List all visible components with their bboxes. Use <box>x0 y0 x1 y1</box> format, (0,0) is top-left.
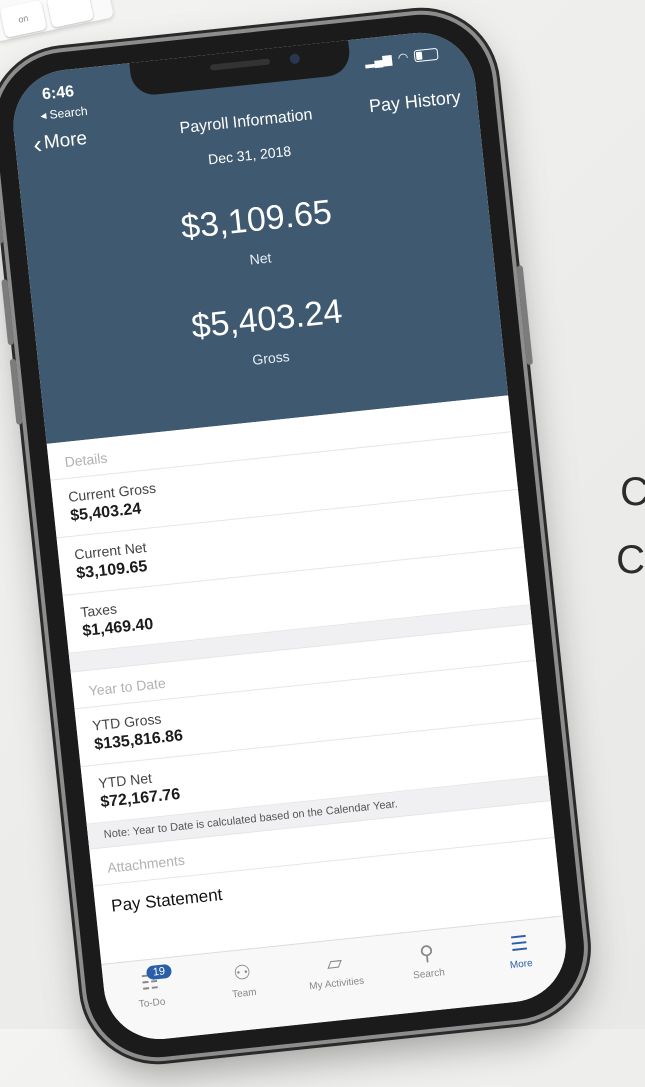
phone-frame: 6:46 ◂ Search ▂▄▆ ◠ ‹ More Payroll Infor… <box>0 7 592 1065</box>
tab-search[interactable]: ⚲ Search <box>378 926 479 1015</box>
tab-my-activities[interactable]: ▱ My Activities <box>286 936 387 1025</box>
volume-up-button <box>1 279 15 346</box>
tab-todo[interactable]: ☷ 19 To-Do <box>101 955 202 1044</box>
payroll-details[interactable]: Details Current Gross $5,403.24 Current … <box>46 395 563 965</box>
payroll-header: 6:46 ◂ Search ▂▄▆ ◠ ‹ More Payroll Infor… <box>7 27 509 444</box>
tab-team[interactable]: ⚇ Team <box>194 946 295 1035</box>
status-icons: ▂▄▆ ◠ <box>364 47 439 69</box>
status-back-to-app[interactable]: ◂ Search <box>40 104 89 123</box>
signal-icon: ▂▄▆ <box>364 51 393 69</box>
status-time: 6:46 <box>41 83 75 104</box>
speaker <box>209 58 271 71</box>
mute-switch <box>0 209 4 244</box>
camera <box>289 53 301 65</box>
phone-mockup: 6:46 ◂ Search ▂▄▆ ◠ ‹ More Payroll Infor… <box>0 0 643 1087</box>
background-text: C <box>620 470 645 514</box>
volume-down-button <box>9 358 23 425</box>
phone-screen: 6:46 ◂ Search ▂▄▆ ◠ ‹ More Payroll Infor… <box>7 27 572 1045</box>
wifi-icon: ◠ <box>397 49 409 66</box>
power-button <box>516 265 534 366</box>
background-text: C <box>616 538 645 582</box>
tab-more[interactable]: ☰ More <box>471 916 572 1005</box>
battery-icon <box>413 47 439 63</box>
